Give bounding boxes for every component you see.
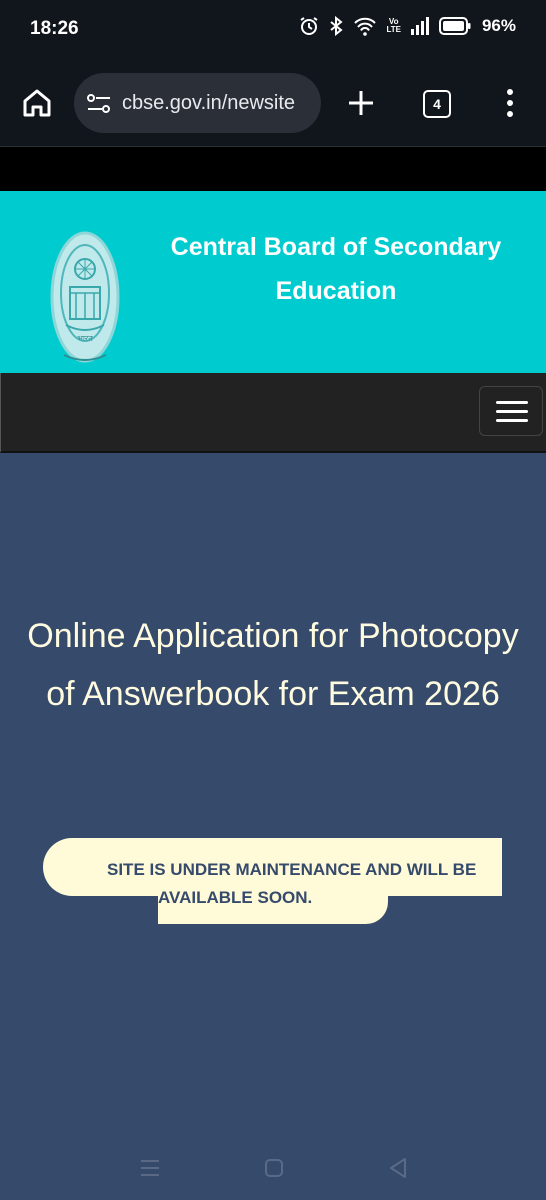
page-heading-line2: of Answerbook for Exam 2026 — [46, 674, 500, 713]
volte-indicator: Vo LTE — [386, 18, 401, 34]
back-icon[interactable] — [388, 1157, 408, 1179]
url-text[interactable]: cbse.gov.in/newsite — [122, 92, 312, 115]
navbar — [0, 373, 546, 453]
browser-toolbar: cbse.gov.in/newsite 4 — [0, 62, 546, 147]
site-settings-icon[interactable] — [86, 93, 112, 115]
volte-bottom: LTE — [386, 25, 401, 34]
site-title-line1: Central Board of Secondary — [170, 233, 502, 261]
svg-text:भारत: भारत — [77, 334, 93, 343]
status-icons: Vo LTE 96% — [299, 16, 516, 36]
cbse-logo[interactable]: भारत — [48, 229, 122, 371]
status-bar: 18:26 Vo LTE 96% — [0, 0, 546, 62]
tab-switcher-button[interactable]: 4 — [423, 90, 451, 118]
wifi-icon — [354, 17, 377, 36]
bluetooth-icon — [330, 16, 344, 36]
recent-apps-icon[interactable] — [139, 1158, 161, 1178]
battery-icon — [438, 17, 471, 35]
notice-line2: AVAILABLE SOON. — [158, 888, 313, 907]
notice-line1: SITE IS UNDER MAINTENANCE AND WILL BE — [107, 860, 477, 879]
site-title-line2: Education — [275, 277, 397, 305]
page-heading-line1: Online Application for Photocopy — [27, 616, 519, 655]
page-heading: Online Application for Photocopy of Answ… — [0, 607, 546, 723]
new-tab-icon[interactable] — [345, 87, 377, 119]
site-header: भारत Central Board of Secondary Educatio… — [0, 191, 546, 373]
more-options-icon[interactable] — [500, 87, 520, 119]
black-strip — [0, 147, 546, 191]
battery-percent: 96% — [481, 16, 516, 35]
address-bar[interactable]: cbse.gov.in/newsite — [74, 73, 321, 133]
site-title: Central Board of Secondary Education — [156, 225, 516, 313]
hamburger-menu-icon[interactable] — [479, 386, 543, 436]
home-icon[interactable] — [20, 86, 54, 120]
system-nav-bar — [0, 1140, 546, 1200]
alarm-icon — [300, 17, 319, 35]
maintenance-notice: SITE IS UNDER MAINTENANCE AND WILL BE AV… — [107, 856, 507, 912]
status-time: 18:26 — [30, 18, 79, 39]
home-button-icon[interactable] — [264, 1158, 284, 1178]
signal-icon — [410, 17, 429, 35]
